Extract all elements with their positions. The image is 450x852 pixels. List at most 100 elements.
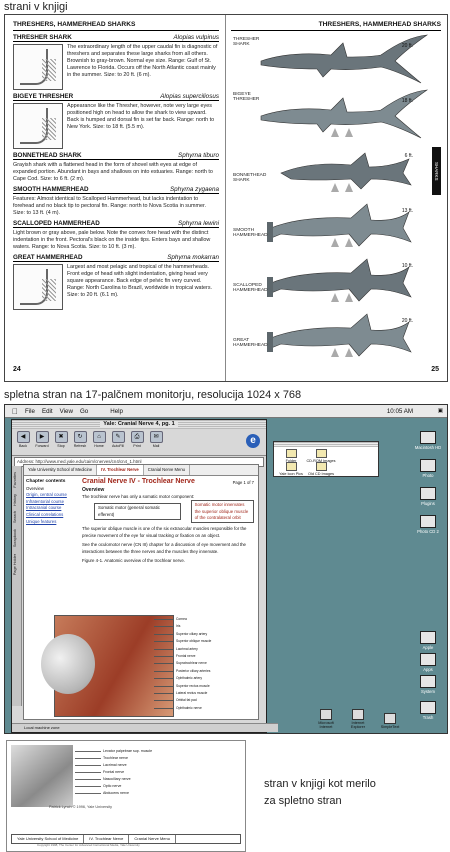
species-name: SCALLOPED HAMMERHEAD	[13, 220, 100, 227]
left-page-number: 24	[13, 366, 21, 373]
desktop-folder[interactable]: Yale Icon Pics	[276, 462, 306, 476]
side-tab-favorites[interactable]: Favorites	[13, 472, 17, 488]
shark-tooth	[331, 238, 339, 247]
species-entry: THRESHER SHARK Alopias vulpinus The extrao…	[13, 34, 219, 90]
desktop-icon[interactable]: Macintosh HD	[411, 431, 445, 450]
orbit-illustration	[11, 745, 73, 807]
desktop-icon[interactable]: Photo CD 2	[411, 515, 445, 534]
desktop-icon[interactable]: Apps	[411, 653, 445, 672]
desktop-folder[interactable]: CD-ROM Images	[306, 449, 336, 463]
species-body: The extraordinary length of the upper ca…	[13, 44, 219, 90]
shark-plate: BONNETHEAD SHARK 6 ft.	[231, 143, 431, 197]
toc-item[interactable]: Overview	[26, 486, 78, 493]
folder-icon	[420, 631, 436, 644]
species-latin-name: Sphyrna mokarran	[167, 254, 219, 261]
shark-tooth	[345, 238, 353, 247]
species-body: Light brown or gray above, pale below. N…	[13, 230, 219, 251]
dock-item[interactable]: Microsoft Internet	[313, 709, 339, 729]
plate-size: 20 ft.	[401, 318, 413, 324]
forward-icon: ▶	[35, 431, 49, 443]
home-button[interactable]: ⌂ Home	[90, 431, 108, 453]
folder-icon	[285, 462, 297, 471]
toc-item[interactable]: Clinical correlations	[26, 512, 78, 519]
menu-file[interactable]: File	[25, 408, 35, 415]
species-heading: GREAT HAMMERHEAD Sphyrna mokarran	[13, 254, 219, 262]
stop-button[interactable]: ✖ Stop	[52, 431, 70, 453]
apple-menu-icon[interactable]: 	[12, 407, 18, 416]
desktop-folder[interactable]: Old CD Images	[306, 462, 336, 476]
caption-book: strani v knjigi	[4, 1, 68, 13]
toc-item[interactable]: Origin, central course	[26, 492, 78, 499]
anatomy-label: Nasociliary nerve	[75, 777, 131, 781]
shark-tooth	[345, 293, 353, 302]
toc-item[interactable]: Intracranial course	[26, 505, 78, 512]
book-spine	[225, 15, 226, 381]
shark-body	[270, 313, 412, 357]
species-heading: THRESHER SHARK Alopias vulpinus	[13, 34, 219, 42]
refresh-button[interactable]: ↻ Refresh	[71, 431, 89, 453]
mail-label: Mail	[152, 444, 160, 448]
hammer-head	[267, 332, 273, 352]
nav-cranial-nerve-menu[interactable]: Cranial Nerve Menu	[144, 465, 190, 475]
finder-icon[interactable]: ▣	[438, 408, 443, 414]
folder-icon	[315, 449, 327, 458]
browser-title-bar[interactable]: Yale: Cranial Nerve 4, pg. 1	[12, 420, 266, 429]
plate-label: SMOOTH HAMMERHEAD	[233, 228, 268, 238]
stop-icon: ✖	[54, 431, 68, 443]
desktop-icon[interactable]: Plugins	[411, 487, 445, 506]
mail-button[interactable]: ✉ Mail	[147, 431, 165, 453]
application-icon	[352, 709, 364, 720]
autofill-button[interactable]: ✎ AutoFill	[109, 431, 127, 453]
back-label: Back	[19, 444, 27, 448]
dock-item-label: Microsoft Internet	[318, 721, 334, 729]
menu-edit[interactable]: Edit	[42, 408, 53, 415]
dock-item[interactable]: Internet Explorer	[345, 709, 371, 729]
desktop-icon-label: Plugins	[421, 501, 435, 506]
anatomy-label: Lacrimal nerve	[75, 763, 127, 767]
right-running-header: THRESHERS, HAMMERHEAD SHARKS	[231, 21, 441, 31]
desktop-icon-label: Apple	[422, 645, 434, 650]
species-description: Appearance like the Thresher, however, n…	[67, 103, 215, 130]
species-entry: SCALLOPED HAMMERHEAD Sphyrna lewini Light …	[13, 220, 219, 251]
status-bar: Local machine zone	[12, 723, 278, 732]
caption-screen: spletna stran na 17-palčnem monitorju, r…	[4, 389, 302, 401]
forward-label: Forward	[35, 444, 49, 448]
desktop-folder[interactable]: Folder	[276, 449, 306, 463]
species-latin-name: Sphyrna zygaena	[169, 186, 219, 193]
desktop-icon[interactable]: Trash	[411, 701, 445, 720]
species-name: BIGEYE THRESHER	[13, 93, 74, 100]
menu-go[interactable]: Go	[80, 408, 88, 415]
back-icon: ◀	[16, 431, 30, 443]
article: Cranial Nerve IV - Trochlear Nerve Page …	[82, 478, 254, 564]
side-tab-page-holder[interactable]: Page Holder	[13, 554, 17, 575]
hammer-head	[267, 222, 273, 242]
desktop: Folder CD-ROM Images Yale Icon Pics Old …	[273, 419, 445, 731]
menu-help[interactable]: Help	[110, 408, 123, 415]
finder-title-bar[interactable]	[274, 442, 378, 447]
side-tab-scrapbook[interactable]: Scrapbook	[13, 529, 17, 547]
book-spread: THRESHERS, HAMMERHEAD SHARKS THRESHER SH…	[4, 14, 448, 382]
menu-view[interactable]: View	[60, 408, 73, 415]
toc-item[interactable]: Infratentorial course	[26, 499, 78, 506]
print-button[interactable]: ⎙ Print	[128, 431, 146, 453]
desktop-icon[interactable]: System	[411, 675, 445, 694]
desktop-icon[interactable]: Apple	[411, 631, 445, 650]
figure-credit: Patrick Lynch © 1996, Yale University	[49, 805, 113, 809]
page-indicator: Page 1 of 7	[232, 480, 254, 485]
species-name: THRESHER SHARK	[13, 34, 72, 41]
nav-trochlear-nerve[interactable]: IV. Trochlear Nerve	[97, 465, 144, 475]
species-description: Features: Almost identical to Scalloped …	[13, 196, 206, 216]
back-button[interactable]: ◀ Back	[14, 431, 32, 453]
dock-item[interactable]: SimpleText	[377, 713, 403, 729]
hard-disk-icon	[420, 431, 436, 444]
side-tab-search[interactable]: Search	[13, 511, 17, 523]
desktop-icon[interactable]: Photo	[411, 459, 445, 478]
species-heading: SMOOTH HAMMERHEAD Sphyrna zygaena	[13, 186, 219, 194]
nav-yale-school[interactable]: Yale University School of Medicine	[24, 465, 98, 475]
internet-explorer-logo-icon: e	[246, 434, 260, 448]
side-tab-history[interactable]: History	[13, 494, 17, 506]
browser-window: Yale: Cranial Nerve 4, pg. 1 ◀ Back ▶ Forw…	[11, 419, 278, 733]
forward-button[interactable]: ▶ Forward	[33, 431, 51, 453]
species-heading: BONNETHEAD SHARK Sphyrna tiburo	[13, 152, 219, 160]
toc-item[interactable]: Unique features	[26, 519, 78, 526]
